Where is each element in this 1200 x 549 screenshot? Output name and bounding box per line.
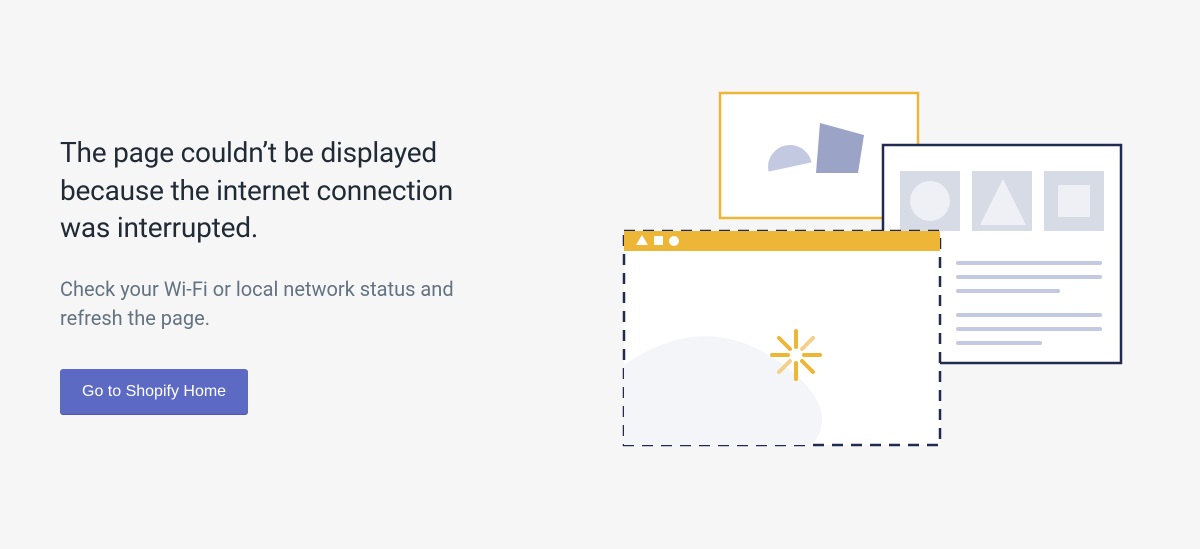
error-text-block: The page couldn’t be displayed because t… <box>60 134 500 415</box>
error-subtext: Check your Wi-Fi or local network status… <box>60 275 500 333</box>
error-page-container: The page couldn’t be displayed because t… <box>0 75 1200 475</box>
error-illustration <box>580 75 1140 475</box>
error-heading: The page couldn’t be displayed because t… <box>60 134 500 247</box>
go-home-button[interactable]: Go to Shopify Home <box>60 369 248 415</box>
